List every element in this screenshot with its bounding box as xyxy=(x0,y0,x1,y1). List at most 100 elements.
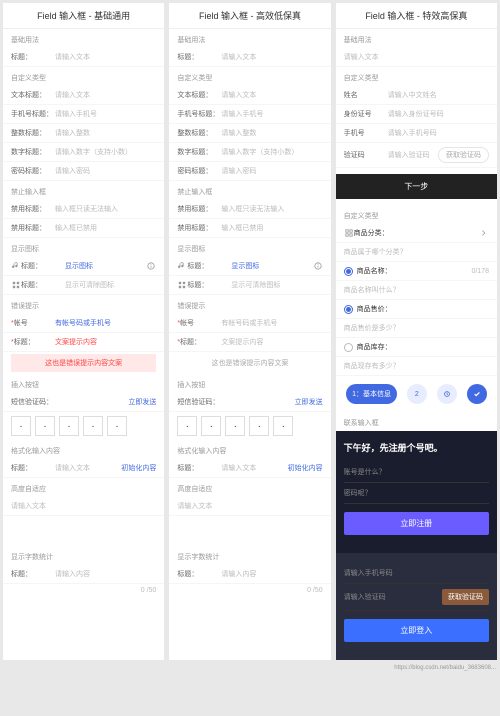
field-num[interactable]: 数字标题：请输入数字（支持小数） xyxy=(3,143,164,162)
code-box[interactable]: · xyxy=(177,416,197,436)
code-box[interactable]: · xyxy=(225,416,245,436)
step-1[interactable]: 1：基本信息 xyxy=(346,384,397,404)
init-button[interactable]: 初始化内容 xyxy=(288,463,323,473)
field-account[interactable]: 账号是什么？ xyxy=(344,462,489,483)
field-error-phone[interactable]: 帐号有帐号码或手机号 xyxy=(169,314,330,333)
field-int[interactable]: 整数标题：请输入整数 xyxy=(169,124,330,143)
field-auto[interactable]: 请输入文本 xyxy=(169,497,330,516)
section-format: 格式化输入内容 xyxy=(3,440,164,459)
field-password[interactable]: 密码呢？ xyxy=(344,483,489,504)
field-phone[interactable]: 请输入手机号码 xyxy=(344,563,489,584)
field-pname-hdr: 商品名称： 0/178 xyxy=(336,262,497,281)
section-icon: 显示图标 xyxy=(3,238,164,257)
field-icon-left[interactable]: 标题：显示图标 xyxy=(3,257,164,276)
field-disabled: 禁用标题：输入框已禁用 xyxy=(3,219,164,238)
col-title: Field 输入框 - 特效高保真 xyxy=(336,3,497,29)
code-box[interactable]: · xyxy=(107,416,127,436)
field-code[interactable]: 验证码请输入验证码获取验证码 xyxy=(336,143,497,168)
send-button[interactable]: 立即发送 xyxy=(295,397,323,407)
field-basic[interactable]: 标题： 请输入文本 xyxy=(3,48,164,67)
section-button: 插入按钮 xyxy=(3,374,164,393)
radio-icon[interactable] xyxy=(344,343,353,352)
field-stock[interactable]: 商品现存有多少？ xyxy=(336,357,497,376)
section-disabled: 禁止输入框 xyxy=(3,181,164,200)
send-button[interactable]: 立即发送 xyxy=(128,397,156,407)
section-auto: 高度自适应 xyxy=(3,478,164,497)
step-3[interactable] xyxy=(437,384,457,404)
code-boxes[interactable]: · · · · · xyxy=(3,412,164,440)
char-count: 0 /50 xyxy=(169,584,330,597)
col-lowfi: Field 输入框 - 高效低保真 基础用法 标题：请输入文本 自定义类型 文本… xyxy=(169,3,330,660)
chevron-right-icon[interactable] xyxy=(479,228,489,238)
login-button[interactable]: 立即登入 xyxy=(344,619,489,642)
field-basic[interactable]: 请输入文本 xyxy=(336,48,497,67)
field-icon-clear[interactable]: 标题：显示可清除图标 xyxy=(3,276,164,295)
field-phone[interactable]: 手机号标题：请输入手机号 xyxy=(3,105,164,124)
field-auto[interactable]: 请输入文本 xyxy=(3,497,164,516)
info-icon[interactable] xyxy=(146,261,156,271)
section-contact: 联系输入框 xyxy=(336,412,497,431)
code-box[interactable]: · xyxy=(201,416,221,436)
step-2[interactable]: 2 xyxy=(407,384,427,404)
info-icon[interactable] xyxy=(313,261,323,271)
field-num[interactable]: 数字标题：请输入数字（支持小数） xyxy=(169,143,330,162)
field-price[interactable]: 商品售价是多少？ xyxy=(336,319,497,338)
field-error-phone[interactable]: 帐号有帐号码或手机号 xyxy=(3,314,164,333)
input[interactable]: 请输入文本 xyxy=(55,52,156,62)
field-pwd[interactable]: 密码标题：请输入密码 xyxy=(3,162,164,181)
step-done[interactable] xyxy=(467,384,487,404)
field-price-hdr: 商品售价： xyxy=(336,300,497,319)
grid-icon xyxy=(177,280,187,290)
field-category[interactable]: 商品分类： xyxy=(336,224,497,243)
field-name[interactable]: 姓名请输入中文姓名 xyxy=(336,86,497,105)
get-code-button[interactable]: 获取验证码 xyxy=(438,147,489,163)
code-box[interactable]: · xyxy=(273,416,293,436)
code-box[interactable]: · xyxy=(249,416,269,436)
register-button[interactable]: 立即注册 xyxy=(344,512,489,535)
field-format[interactable]: 标题：请输入文本初始化内容 xyxy=(3,459,164,478)
field-phone[interactable]: 手机号标题：请输入手机号 xyxy=(169,105,330,124)
code-box[interactable]: · xyxy=(35,416,55,436)
field-category-ph[interactable]: 商品属于哪个分类？ xyxy=(336,243,497,262)
field-sms[interactable]: 短信验证码：立即发送 xyxy=(3,393,164,412)
field-readonly: 禁用标题：输入框只读无法输入 xyxy=(3,200,164,219)
field-icon-clear[interactable]: 标题：显示可清除图标 xyxy=(169,276,330,295)
login-panel: 请输入手机号码 请输入验证码 获取验证码 立即登入 xyxy=(336,553,497,660)
code-box[interactable]: · xyxy=(83,416,103,436)
field-text[interactable]: 文本标题：请输入文本 xyxy=(169,86,330,105)
field-code[interactable]: 请输入验证码 获取验证码 xyxy=(344,584,489,611)
panel-title: 下午好，先注册个号吧。 xyxy=(344,441,489,454)
field-count[interactable]: 标题：请输入内容 xyxy=(3,565,164,584)
grid-icon xyxy=(11,280,21,290)
char-count: 0/178 xyxy=(471,268,489,275)
field-text[interactable]: 文本标题：请输入文本 xyxy=(3,86,164,105)
get-code-button[interactable]: 获取验证码 xyxy=(442,589,489,605)
code-boxes[interactable]: · · · · · xyxy=(169,412,330,440)
field-int[interactable]: 整数标题：请输入整数 xyxy=(3,124,164,143)
next-button[interactable]: 下一步 xyxy=(336,174,497,199)
field-count[interactable]: 标题：请输入内容 xyxy=(169,565,330,584)
field-error-tip[interactable]: 标题：文案提示内容 xyxy=(169,333,330,352)
field-disabled: 禁用标题：输入框已禁用 xyxy=(169,219,330,238)
field-pname[interactable]: 商品名称叫什么？ xyxy=(336,281,497,300)
section-error: 错误提示 xyxy=(3,295,164,314)
section-basic: 基础用法 xyxy=(3,29,164,48)
section-count: 显示字数统计 xyxy=(3,546,164,565)
radio-icon[interactable] xyxy=(344,267,353,276)
field-error-tip[interactable]: 标题：文案提示内容 xyxy=(3,333,164,352)
field-phone[interactable]: 手机号请输入手机号码 xyxy=(336,124,497,143)
field-pwd[interactable]: 密码标题：请输入密码 xyxy=(169,162,330,181)
field-icon-left[interactable]: 标题：显示图标 xyxy=(169,257,330,276)
field-sms[interactable]: 短信验证码：立即发送 xyxy=(169,393,330,412)
field-id[interactable]: 身份证号请输入身份证号码 xyxy=(336,105,497,124)
code-box[interactable]: · xyxy=(59,416,79,436)
field-format[interactable]: 标题：请输入文本初始化内容 xyxy=(169,459,330,478)
field-readonly: 禁用标题：输入框只读无法输入 xyxy=(169,200,330,219)
music-icon xyxy=(11,261,21,271)
section-custom: 自定义类型 xyxy=(3,67,164,86)
init-button[interactable]: 初始化内容 xyxy=(121,463,156,473)
code-box[interactable]: · xyxy=(11,416,31,436)
music-icon xyxy=(177,261,187,271)
field-basic[interactable]: 标题：请输入文本 xyxy=(169,48,330,67)
radio-icon[interactable] xyxy=(344,305,353,314)
